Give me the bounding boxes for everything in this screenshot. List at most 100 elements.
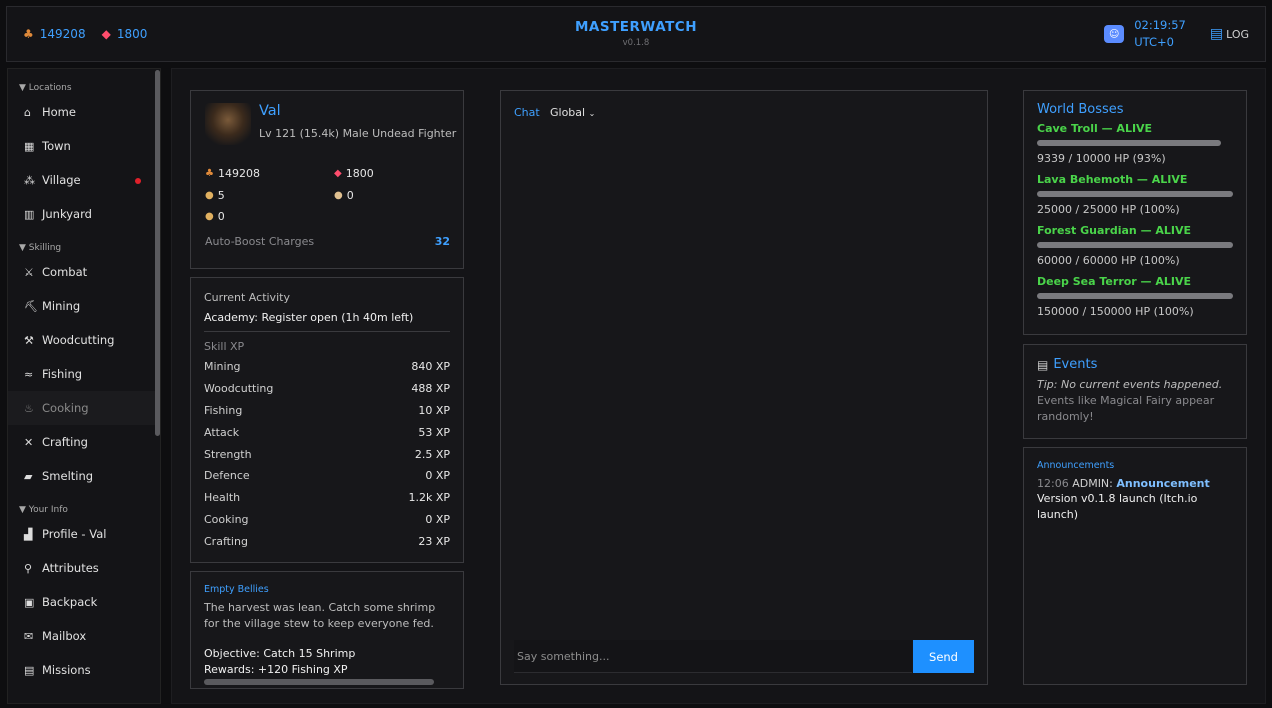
- sidebar-item-combat[interactable]: ⚔ Combat: [8, 255, 160, 289]
- channel-value: Global: [550, 106, 586, 119]
- sidebar-item-cooking[interactable]: ♨ Cooking: [8, 391, 160, 425]
- quest-progress-bar: [204, 679, 434, 685]
- divider: [204, 331, 450, 332]
- list-item: Mining 840 XP: [204, 360, 450, 374]
- sidebar-item-mailbox[interactable]: ✉ Mailbox: [8, 619, 160, 653]
- events-title: Events: [1053, 357, 1098, 372]
- section-header-locations[interactable]: ▼ Locations: [8, 81, 160, 95]
- character-name: Val: [259, 103, 281, 119]
- axe-icon: ⚒: [24, 333, 34, 347]
- list-item: Cooking 0 XP: [204, 512, 450, 526]
- gold-resource: ♣ 149208: [205, 167, 260, 180]
- app-version: v0.1.8: [622, 38, 650, 48]
- quest-description: The harvest was lean. Catch some shrimp …: [204, 601, 436, 630]
- boss-item: Cave Troll — ALIVE 9339 / 10000 HP (93%): [1037, 122, 1233, 165]
- token-resource-a: ● 5: [205, 189, 225, 202]
- avatar[interactable]: [205, 103, 251, 145]
- sidebar-item-town[interactable]: ▦ Town: [8, 129, 160, 163]
- section-header-skilling[interactable]: ▼ Skilling: [8, 241, 160, 255]
- boss-item: Deep Sea Terror — ALIVE 150000 / 150000 …: [1037, 275, 1233, 318]
- app-title: MASTERWATCH: [574, 19, 698, 35]
- token-resource-c: ● 0: [205, 210, 225, 223]
- sidebar-item-backpack[interactable]: ▣ Backpack: [8, 585, 160, 619]
- town-icon: ▦: [24, 139, 35, 153]
- activity-label: Current Activity: [204, 291, 290, 304]
- channel-select[interactable]: Global ⌄: [550, 106, 595, 119]
- chat-tab[interactable]: Chat: [514, 106, 540, 119]
- chat-input[interactable]: Say something...: [514, 640, 912, 673]
- announcement-author: ADMIN:: [1072, 477, 1113, 490]
- trash-icon: ▥: [24, 207, 35, 221]
- skill-xp-header: Skill XP: [204, 340, 245, 353]
- section-header-your-info[interactable]: ▼ Your Info: [8, 503, 160, 517]
- token-icon: ●: [205, 211, 214, 222]
- announcements-title: Announcements: [1037, 460, 1115, 471]
- crossed-swords-icon: ⚔: [24, 265, 34, 279]
- sidebar-item-village[interactable]: ⁂ Village: [8, 163, 160, 197]
- quest-title: Empty Bellies: [204, 584, 269, 595]
- sidebar-item-home[interactable]: ⌂ Home: [8, 95, 160, 129]
- fish-icon: ≈: [24, 367, 34, 381]
- sidebar-item-profile[interactable]: ▟ Profile - Val: [8, 517, 160, 551]
- character-subtitle: Lv 121 (15.4k) Male Undead Fighter: [259, 127, 457, 140]
- sidebar-item-mining[interactable]: ⛏ Mining: [8, 289, 160, 323]
- boss-hp-bar: [1037, 242, 1233, 248]
- sidebar-item-woodcutting[interactable]: ⚒ Woodcutting: [8, 323, 160, 357]
- boss-hp-bar: [1037, 140, 1221, 146]
- world-bosses-panel: World Bosses Cave Troll — ALIVE 9339 / 1…: [1023, 90, 1247, 335]
- scroll-icon: ▤: [1209, 26, 1224, 42]
- cooking-icon: ♨: [24, 401, 34, 415]
- magnifier-icon: ⚲: [24, 561, 33, 575]
- server-clock: 02:19:57 UTC+0: [1134, 17, 1186, 51]
- token-icon: ●: [334, 190, 343, 201]
- bosses-title: World Bosses: [1037, 102, 1124, 117]
- events-tip: Tip: No current events happened.: [1037, 378, 1223, 391]
- list-item: Health 1.2k XP: [204, 491, 450, 505]
- token-icon: ●: [205, 190, 214, 201]
- log-label: LOG: [1226, 27, 1249, 41]
- announcement-time: 12:06: [1037, 477, 1069, 490]
- list-item: Crafting 23 XP: [204, 534, 450, 548]
- events-panel: ▤ Events Tip: No current events happened…: [1023, 344, 1247, 439]
- announcements-panel: Announcements 12:06 ADMIN: Announcement …: [1023, 447, 1247, 685]
- activity-panel: Current Activity Academy: Register open …: [190, 277, 464, 563]
- boss-item: Forest Guardian — ALIVE 60000 / 60000 HP…: [1037, 224, 1233, 267]
- sidebar-item-fishing[interactable]: ≈ Fishing: [8, 357, 160, 391]
- sidebar-item-smelting[interactable]: ▰ Smelting: [8, 459, 160, 493]
- scroll-icon: ▤: [1037, 357, 1049, 372]
- notification-dot: [135, 178, 141, 184]
- announcement-item: 12:06 ADMIN: Announcement: [1037, 477, 1233, 490]
- log-button[interactable]: ▤ LOG: [1210, 26, 1249, 42]
- boost-label: Auto-Boost Charges: [205, 235, 315, 248]
- sidebar-item-attributes[interactable]: ⚲ Attributes: [8, 551, 160, 585]
- list-item: Fishing 10 XP: [204, 403, 450, 417]
- app-header: MASTERWATCH v0.1.8: [7, 19, 1265, 48]
- hammer-icon: ✕: [24, 435, 34, 449]
- boost-value: 32: [434, 235, 450, 248]
- chart-icon: ▟: [24, 527, 33, 541]
- top-bar: ♣ 149208 ◆ 1800 MASTERWATCH v0.1.8 ☺ 02:…: [6, 6, 1266, 62]
- sidebar-item-missions[interactable]: ▤ Missions: [8, 653, 160, 687]
- discord-icon[interactable]: ☺: [1104, 25, 1125, 43]
- announcement-message: Version v0.1.8 launch (Itch.io launch): [1037, 492, 1198, 521]
- sidebar-scrollbar[interactable]: [155, 70, 160, 436]
- events-description: Events like Magical Fairy appear randoml…: [1037, 394, 1215, 423]
- quest-panel: Empty Bellies The harvest was lean. Catc…: [190, 571, 464, 689]
- house-icon: ⌂: [24, 105, 31, 119]
- sidebar-item-crafting[interactable]: ✕ Crafting: [8, 425, 160, 459]
- missions-icon: ▤: [24, 663, 35, 677]
- list-item: Attack 53 XP: [204, 425, 450, 439]
- list-item: Strength 2.5 XP: [204, 447, 450, 461]
- pickaxe-icon: ⛏: [24, 299, 38, 313]
- sidebar: ▼ Locations ⌂ Home ▦ Town ⁂ Village ▥ Junkya…: [7, 68, 161, 704]
- sidebar-item-junkyard[interactable]: ▥ Junkyard: [8, 197, 160, 231]
- boss-hp-bar: [1037, 191, 1233, 197]
- gem-icon: ◆: [334, 168, 342, 179]
- events-header: ▤ Events: [1037, 357, 1233, 372]
- quest-rewards: Rewards: +120 Fishing XP: [204, 663, 348, 676]
- token-resource-b: ● 0: [334, 189, 354, 202]
- gem-resource: ◆ 1800: [334, 167, 374, 180]
- skill-xp-list: Mining 840 XP Woodcutting 488 XP Fishing 10…: [204, 356, 450, 552]
- send-button[interactable]: Send: [913, 640, 974, 673]
- list-item: Defence 0 XP: [204, 469, 450, 483]
